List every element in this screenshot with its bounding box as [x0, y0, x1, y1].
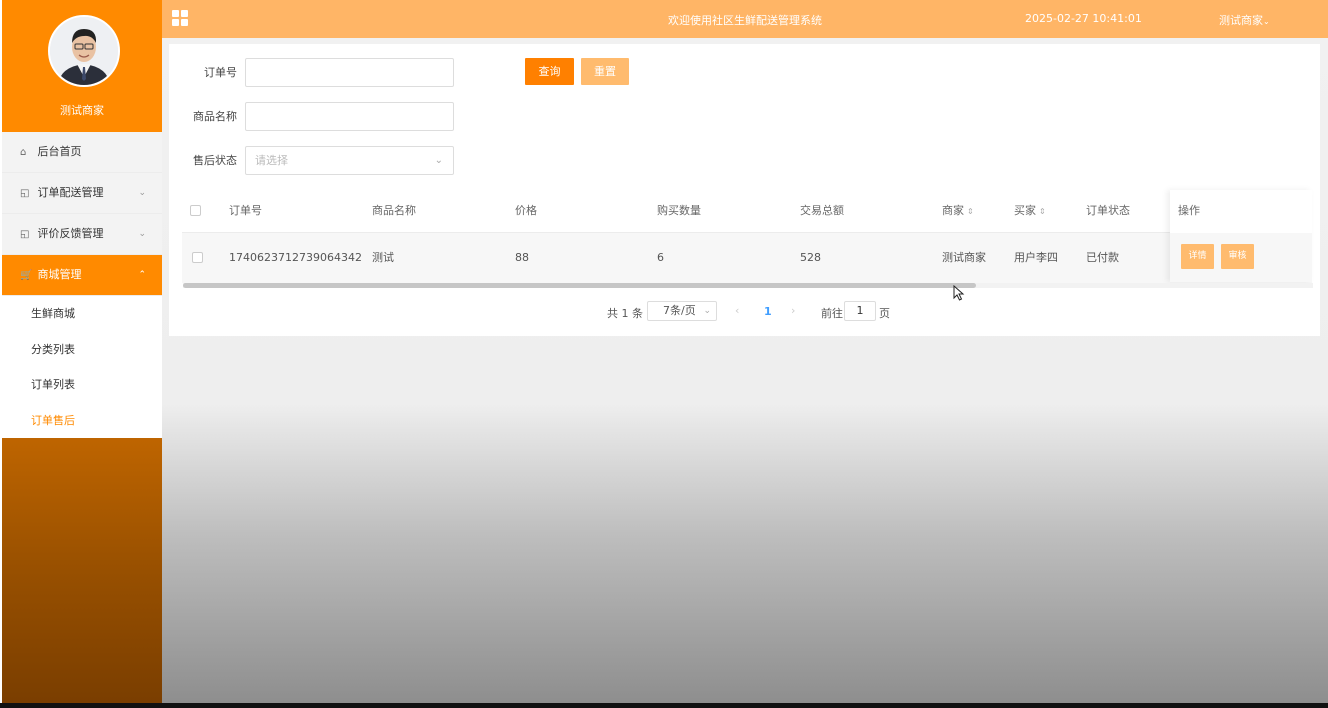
cell-product-name: 测试 — [372, 251, 394, 264]
after-sales-status-label: 售后状态 — [193, 154, 237, 167]
header-order-status: 订单状态 — [1086, 204, 1130, 217]
query-button[interactable]: 查询 — [525, 58, 574, 85]
sidebar-item-mall[interactable]: 🛒 商城管理 ⌃ — [2, 255, 162, 296]
operation-column: 操作 详情 审核 — [1170, 190, 1312, 282]
current-page[interactable]: 1 — [764, 305, 772, 318]
external-link-icon: ◱ — [20, 188, 30, 199]
cell-order-no: 1740623712739064342 — [229, 251, 362, 264]
bottom-edge — [0, 703, 1328, 708]
sidebar-item-label: 评价反馈管理 — [37, 227, 104, 240]
goto-page-input[interactable]: 1 — [844, 301, 876, 321]
prev-page-icon[interactable]: ‹ — [735, 304, 739, 317]
sort-icon[interactable]: ⇕ — [1039, 207, 1046, 216]
sidebar-item-order-delivery[interactable]: ◱ 订单配送管理 ⌄ — [2, 173, 162, 214]
chevron-down-icon: ⌄ — [703, 306, 711, 316]
page-size-value: 7条/页 — [663, 304, 696, 317]
avatar[interactable] — [48, 15, 120, 87]
sidebar-item-home[interactable]: ⌂ 后台首页 — [2, 132, 162, 173]
order-no-input[interactable] — [245, 58, 454, 87]
submenu-item-after-sales[interactable]: 订单售后 — [2, 403, 162, 439]
sidebar: 测试商家 ⌂ 后台首页 ◱ 订单配送管理 ⌄ ◱ 评价反馈管理 ⌄ 🛒 商城管理… — [2, 0, 162, 703]
cell-buyer: 用户李四 — [1014, 251, 1058, 264]
page-size-select[interactable]: 7条/页 ⌄ — [647, 301, 717, 321]
submenu-item-fresh-mall[interactable]: 生鲜商城 — [2, 296, 162, 332]
sidebar-item-label: 后台首页 — [37, 145, 82, 158]
sidebar-item-label: 订单配送管理 — [37, 186, 104, 199]
goto-label: 前往 — [821, 307, 843, 320]
profile-name: 测试商家 — [60, 104, 104, 117]
profile-area: 测试商家 — [2, 0, 162, 132]
chevron-down-icon: ⌄ — [1263, 17, 1270, 26]
header-quantity: 购买数量 — [657, 204, 701, 217]
cart-icon: 🛒 — [20, 270, 33, 281]
chevron-down-icon: ⌄ — [138, 229, 146, 239]
horizontal-scrollbar[interactable] — [183, 283, 1313, 288]
user-name: 测试商家 — [1219, 14, 1263, 27]
header-merchant[interactable]: 商家 ⇕ — [942, 190, 974, 233]
submenu-item-order-list[interactable]: 订单列表 — [2, 367, 162, 403]
select-all-checkbox[interactable] — [190, 205, 201, 216]
table-row: 1740623712739064342 测试 88 6 528 测试商家 用户李… — [182, 232, 1312, 283]
topbar: 欢迎使用社区生鲜配送管理系统 2025-02-27 10:41:01 测试商家⌄ — [162, 0, 1328, 38]
table-header: 订单号 商品名称 价格 购买数量 交易总额 商家 ⇕ 买家 ⇕ 订单状态 — [182, 190, 1312, 232]
sidebar-item-feedback[interactable]: ◱ 评价反馈管理 ⌄ — [2, 214, 162, 255]
chevron-down-icon: ⌄ — [138, 188, 146, 198]
cell-quantity: 6 — [657, 251, 664, 264]
chevron-down-icon: ⌄ — [434, 155, 443, 166]
header-buyer[interactable]: 买家 ⇕ — [1014, 190, 1046, 233]
page-unit-label: 页 — [879, 307, 890, 320]
header-order-no: 订单号 — [229, 204, 262, 217]
content-panel: 订单号 商品名称 售后状态 请选择 ⌄ 查询 重置 订单号 商品名称 价格 购买… — [169, 44, 1320, 336]
system-title: 欢迎使用社区生鲜配送管理系统 — [668, 14, 822, 27]
product-name-label: 商品名称 — [193, 110, 237, 123]
total-count: 共 1 条 — [607, 307, 643, 320]
select-placeholder: 请选择 — [255, 154, 288, 167]
product-name-input[interactable] — [245, 102, 454, 131]
detail-button[interactable]: 详情 — [1181, 244, 1214, 269]
sidebar-menu: ⌂ 后台首页 ◱ 订单配送管理 ⌄ ◱ 评价反馈管理 ⌄ 🛒 商城管理 ⌃ 生鲜… — [2, 132, 162, 438]
row-checkbox[interactable] — [192, 252, 203, 263]
after-sales-status-select[interactable]: 请选择 ⌄ — [245, 146, 454, 175]
datetime: 2025-02-27 10:41:01 — [1025, 12, 1142, 25]
main-content: 订单号 商品名称 售后状态 请选择 ⌄ 查询 重置 订单号 商品名称 价格 购买… — [162, 38, 1328, 703]
cell-total: 528 — [800, 251, 821, 264]
header-product-name: 商品名称 — [372, 204, 416, 217]
after-sales-table: 订单号 商品名称 价格 购买数量 交易总额 商家 ⇕ 买家 ⇕ 订单状态 17406… — [182, 190, 1312, 283]
review-button[interactable]: 审核 — [1221, 244, 1254, 269]
order-no-label: 订单号 — [204, 66, 237, 79]
cell-price: 88 — [515, 251, 529, 264]
scrollbar-thumb[interactable] — [183, 283, 976, 288]
header-merchant-label: 商家 — [942, 204, 964, 217]
user-dropdown[interactable]: 测试商家⌄ — [1219, 12, 1270, 28]
header-buyer-label: 买家 — [1014, 204, 1036, 217]
sidebar-item-label: 商城管理 — [37, 268, 82, 281]
submenu-item-category-list[interactable]: 分类列表 — [2, 332, 162, 368]
cell-merchant: 测试商家 — [942, 251, 986, 264]
header-operation: 操作 — [1178, 204, 1200, 217]
home-icon: ⌂ — [20, 147, 27, 158]
header-price: 价格 — [515, 204, 537, 217]
pagination: 共 1 条 7条/页 ⌄ ‹ 1 › 前往 1 页 — [169, 301, 1320, 323]
mouse-cursor-icon — [953, 285, 965, 301]
cell-order-status: 已付款 — [1086, 251, 1119, 264]
next-page-icon[interactable]: › — [791, 304, 795, 317]
external-link-icon: ◱ — [20, 229, 30, 240]
sort-icon[interactable]: ⇕ — [967, 207, 974, 216]
submenu: 生鲜商城 分类列表 订单列表 订单售后 — [2, 296, 162, 438]
reset-button[interactable]: 重置 — [581, 58, 629, 85]
header-total: 交易总额 — [800, 204, 844, 217]
operation-cell: 详情 审核 — [1170, 233, 1312, 282]
chevron-up-icon: ⌃ — [138, 270, 146, 280]
